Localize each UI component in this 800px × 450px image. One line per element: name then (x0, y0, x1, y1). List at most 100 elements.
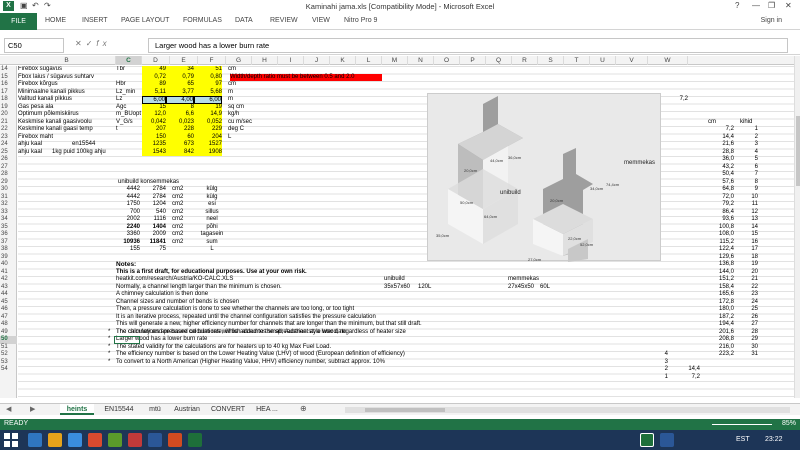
cell[interactable]: 1 (658, 374, 668, 382)
area-table-cell[interactable]: sillus (198, 209, 226, 217)
area-table-cell[interactable]: cm2 (172, 209, 188, 217)
row-header[interactable]: 53 (0, 359, 17, 367)
sheet-tab-mtu[interactable]: mtü (144, 404, 166, 415)
area-table-cell[interactable]: esi (198, 201, 226, 209)
row-header[interactable]: 46 (0, 306, 17, 314)
cell[interactable]: 0,052 (194, 118, 222, 126)
layer-number[interactable]: 21 (740, 276, 758, 284)
notes-title[interactable]: Notes: (116, 261, 136, 269)
note-line[interactable]: Then, a pressure calculation is done to … (116, 306, 354, 314)
cell[interactable]: Agc (116, 104, 126, 112)
cell[interactable]: Optimum põlemiskiirus (18, 111, 79, 119)
row-header[interactable]: 24 (0, 141, 17, 149)
area-table-cell[interactable]: 2002 (118, 216, 140, 224)
cell[interactable]: Gas pesa ala (18, 104, 53, 112)
area-table-cell[interactable]: 75 (142, 246, 166, 254)
row-header[interactable]: 36 (0, 231, 17, 239)
note-line[interactable]: It is an iterative process, repeated unt… (116, 314, 376, 322)
column-header[interactable]: R (512, 56, 538, 65)
column-header[interactable]: G (226, 56, 252, 65)
warning-cell[interactable]: Width/depth ratio must be between 0.5 an… (230, 73, 382, 81)
column-header[interactable]: W (648, 56, 688, 65)
column-header[interactable]: J (304, 56, 330, 65)
sheet-tab-heints[interactable]: heints (60, 404, 94, 415)
area-table-cell[interactable]: cm2 (172, 216, 188, 224)
language-indicator[interactable]: EST (736, 436, 750, 443)
area-table-cell[interactable]: 4442 (118, 194, 140, 202)
layer-number[interactable]: 4 (740, 149, 758, 157)
area-table-cell[interactable]: 2784 (142, 194, 166, 202)
layer-height[interactable]: 72,0 (704, 194, 734, 202)
minimize-button[interactable]: — (752, 1, 760, 10)
column-header[interactable]: K (330, 56, 356, 65)
excel-active-icon[interactable] (640, 433, 654, 447)
cell[interactable]: Keskmise kanali gaasivoolu (18, 119, 92, 127)
cell[interactable]: Tbr (116, 66, 125, 74)
layer-height[interactable]: 28,8 (704, 149, 734, 157)
column-header[interactable]: M (382, 56, 408, 65)
layer-number[interactable]: 3 (740, 141, 758, 149)
cell[interactable]: unibuild (384, 276, 405, 284)
cell[interactable]: Lz_min (116, 89, 135, 97)
tab-nitro[interactable]: Nitro Pro 9 (344, 17, 377, 24)
layer-height[interactable]: 144,0 (704, 269, 734, 277)
row-header[interactable]: 14 (0, 66, 17, 74)
layer-height[interactable]: 93,6 (704, 216, 734, 224)
cell[interactable]: m (228, 96, 233, 104)
input-cell[interactable]: 4,00 (166, 96, 194, 104)
add-sheet-icon[interactable]: ⊕ (300, 404, 307, 413)
column-header[interactable]: B (18, 56, 116, 65)
layer-height[interactable]: 187,2 (704, 314, 734, 322)
area-table-cell[interactable]: 1116 (142, 216, 166, 224)
area-table-cell[interactable]: cm2 (172, 239, 188, 247)
cell[interactable]: ahju kaal (18, 149, 42, 157)
row-header[interactable]: 34 (0, 216, 17, 224)
cell[interactable]: 842 (166, 148, 194, 156)
layer-height[interactable]: 165,6 (704, 291, 734, 299)
cancel-icon[interactable]: ✕ (75, 39, 86, 48)
cell[interactable]: 60L (540, 284, 550, 292)
column-header[interactable]: U (590, 56, 616, 65)
layer-height[interactable]: 79,2 (704, 201, 734, 209)
layer-number[interactable]: 12 (740, 209, 758, 217)
cell[interactable]: 3,77 (166, 88, 194, 96)
row-header[interactable]: 47 (0, 314, 17, 322)
layer-height[interactable]: 158,4 (704, 284, 734, 292)
column-header[interactable]: N (408, 56, 434, 65)
row-header[interactable]: 38 (0, 246, 17, 254)
layer-number[interactable]: 31 (740, 351, 758, 359)
cell[interactable]: 89 (142, 81, 166, 89)
row-header[interactable]: 32 (0, 201, 17, 209)
cell[interactable]: 35x57x60 (384, 284, 410, 292)
clock[interactable]: 23:22 (765, 436, 783, 443)
area-table-cell[interactable]: L (198, 246, 226, 254)
note-line[interactable]: This will generate a new, higher efficie… (116, 321, 422, 329)
app-icon[interactable] (88, 433, 102, 447)
cell[interactable]: 27x45x50 (508, 284, 534, 292)
cell[interactable]: kg/h (228, 111, 239, 119)
tab-home[interactable]: HOME (45, 17, 66, 24)
tab-file[interactable]: FILE (0, 13, 37, 30)
bullet-note[interactable]: To convert to a North American (Higher H… (116, 359, 385, 367)
layer-height[interactable]: 57,6 (704, 179, 734, 187)
note-line[interactable]: Channel sizes and number of bends is cho… (116, 299, 239, 307)
cell[interactable]: 8 (166, 103, 194, 111)
column-header[interactable]: S (538, 56, 564, 65)
layer-number[interactable]: 24 (740, 299, 758, 307)
folder-icon[interactable] (48, 433, 62, 447)
column-header[interactable]: C (116, 56, 142, 65)
zoom-level[interactable]: 85% (782, 420, 796, 427)
layer-height[interactable]: 14,4 (704, 134, 734, 142)
horizontal-scrollbar[interactable] (345, 407, 790, 413)
note-line[interactable]: Normally, a channel length larger than t… (116, 284, 282, 292)
row-header[interactable]: 30 (0, 186, 17, 194)
row-header[interactable]: 33 (0, 209, 17, 217)
enter-icon[interactable]: ✓ (86, 39, 97, 48)
layer-number[interactable]: 9 (740, 186, 758, 194)
cell[interactable]: cu m/sec (228, 119, 252, 127)
cell[interactable]: 204 (194, 133, 222, 141)
cell[interactable]: 0,042 (142, 118, 166, 126)
cell[interactable]: Fbox laius / sügavus suhtarv (18, 74, 94, 82)
word-icon[interactable] (148, 433, 162, 447)
column-header[interactable]: Q (486, 56, 512, 65)
